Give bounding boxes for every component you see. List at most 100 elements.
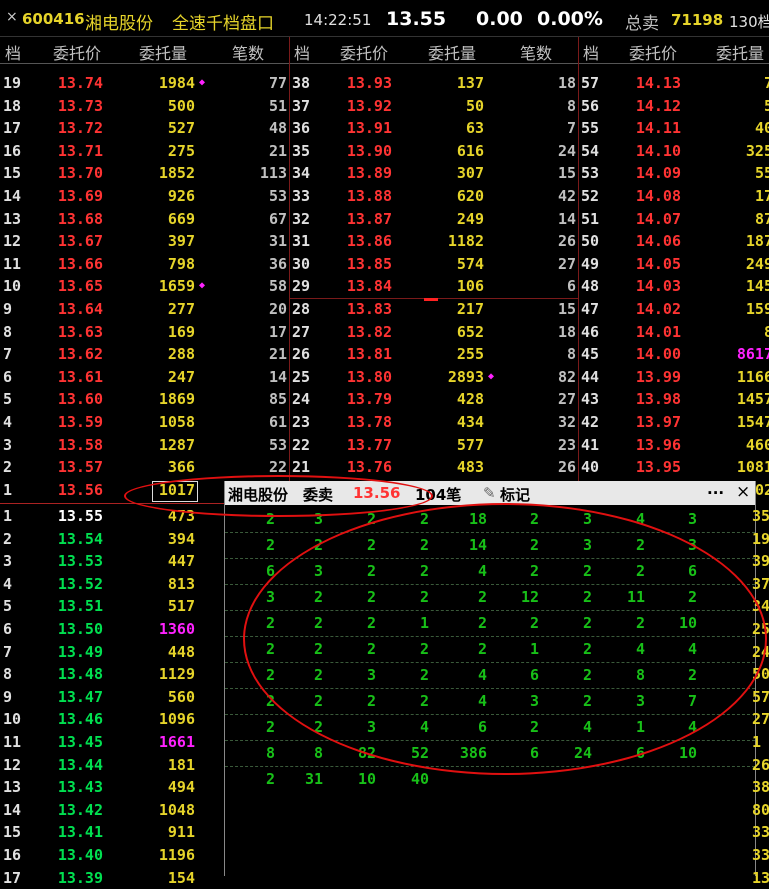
volume-cell: 307 [456,164,484,183]
queue-order-cell: 4 [419,718,429,736]
level-number: 25 [292,367,311,386]
queue-order-cell: 386 [459,744,487,762]
level-number: 28 [292,300,311,318]
queue-order-cell: 2 [477,640,487,658]
level-number: 24 [292,390,311,409]
level-number: 5 [3,597,13,616]
price-cell: 13.96 [635,435,681,454]
level-number: 7 [3,345,13,364]
level-number: 27 [292,322,311,341]
edge-volume-cell: 35 [752,507,769,525]
queue-order-cell: 4 [582,718,592,736]
price-cell: 13.69 [57,187,103,205]
order-count-cell: 14 [557,209,576,228]
close-icon[interactable]: × [736,482,750,502]
order-count-cell: 14 [268,367,287,386]
price-cell: 13.54 [57,529,103,548]
level-number: 1 [3,480,13,499]
volume-cell: 448 [167,642,195,661]
price-cell: 13.52 [57,574,103,593]
level-number: 11 [3,733,22,751]
level-number: 18 [3,96,22,115]
level-number: 52 [581,187,600,205]
level-number: 9 [3,300,13,318]
order-count-cell: 113 [259,164,287,183]
volume-cell: 247 [167,367,195,386]
price-cell: 13.66 [57,254,103,273]
grid-separator [225,662,755,663]
volume-cell: 560 [167,687,195,706]
price-change: 0.00 [476,8,523,30]
edit-icon[interactable]: ✎ [483,484,496,502]
queue-order-cell: 2 [582,640,592,658]
level-number: 21 [292,458,311,477]
order-count-cell: 48 [268,119,287,138]
edge-volume-cell: 34 [752,597,769,616]
queue-order-cell: 2 [529,562,539,580]
queue-order-cell: 3 [313,562,323,580]
level-number: 41 [581,435,600,454]
volume-cell: 669 [167,209,195,228]
price-cell: 13.44 [57,755,103,774]
level-number: 34 [292,164,311,183]
queue-order-cell: 2 [313,640,323,658]
order-count-cell: 42 [557,187,576,205]
price-cell: 13.42 [57,800,103,819]
queue-order-cell: 8 [313,744,323,762]
level-number: 3 [3,552,13,571]
more-button[interactable]: ··· [707,484,724,502]
queue-order-cell: 1 [529,640,539,658]
volume-marker-icon: ◆ [199,280,206,292]
price-cell: 13.79 [346,390,392,409]
volume-cell: 8 [763,322,769,341]
price-cell: 13.91 [346,119,392,138]
queue-order-cell: 2 [529,536,539,554]
volume-cell: 1166 [736,367,769,386]
level-number: 37 [292,96,311,115]
price-cell: 13.74 [57,74,103,92]
close-icon[interactable]: × [6,9,18,25]
order-count-cell: 53 [268,187,287,205]
queue-order-cell: 10 [678,614,697,632]
queue-order-cell: 4 [477,666,487,684]
queue-order-cell: 2 [419,640,429,658]
queue-order-cell: 11 [626,588,645,606]
volume-cell: 249 [456,209,484,228]
queue-order-cell: 8 [265,744,275,762]
volume-cell: 1196 [158,846,195,864]
level-number: 2 [3,458,13,477]
mark-button[interactable]: 标记 [500,484,530,505]
queue-order-cell: 2 [313,536,323,554]
popup-side: 委卖 [303,486,334,504]
grid-separator [225,740,755,741]
price-cell: 14.10 [635,141,681,160]
volume-cell: 483 [456,458,484,477]
queue-order-cell: 31 [304,770,323,788]
order-count-cell: 20 [268,300,287,318]
queue-order-cell: 2 [477,588,487,606]
volume-cell: 1457 [736,390,769,409]
queue-order-cell: 2 [366,692,376,710]
queue-order-cell: 2 [366,536,376,554]
volume-cell: 1182 [447,232,484,251]
volume-cell: 288 [167,345,195,364]
level-number: 17 [3,119,22,138]
selected-volume-box[interactable] [152,481,198,502]
volume-cell: 1659 [158,277,195,296]
queue-order-cell: 3 [366,718,376,736]
volume-cell: 397 [167,232,195,251]
volume-cell: 1360 [158,620,195,638]
header-level-3: 档 [583,44,600,63]
order-count-cell: 15 [557,164,576,183]
header-vol-2: 委托量 [428,44,477,63]
level-number: 30 [292,254,311,273]
volume-cell: 527 [167,119,195,138]
order-count-cell: 8 [566,96,576,115]
level-number: 53 [581,164,600,183]
header-count-2: 笔数 [520,44,553,63]
edge-volume-cell: 27 [752,710,769,729]
level-number: 57 [581,74,600,92]
queue-order-cell: 2 [313,588,323,606]
queue-order-cell: 2 [313,614,323,632]
edge-volume-cell: 25 [752,620,769,638]
